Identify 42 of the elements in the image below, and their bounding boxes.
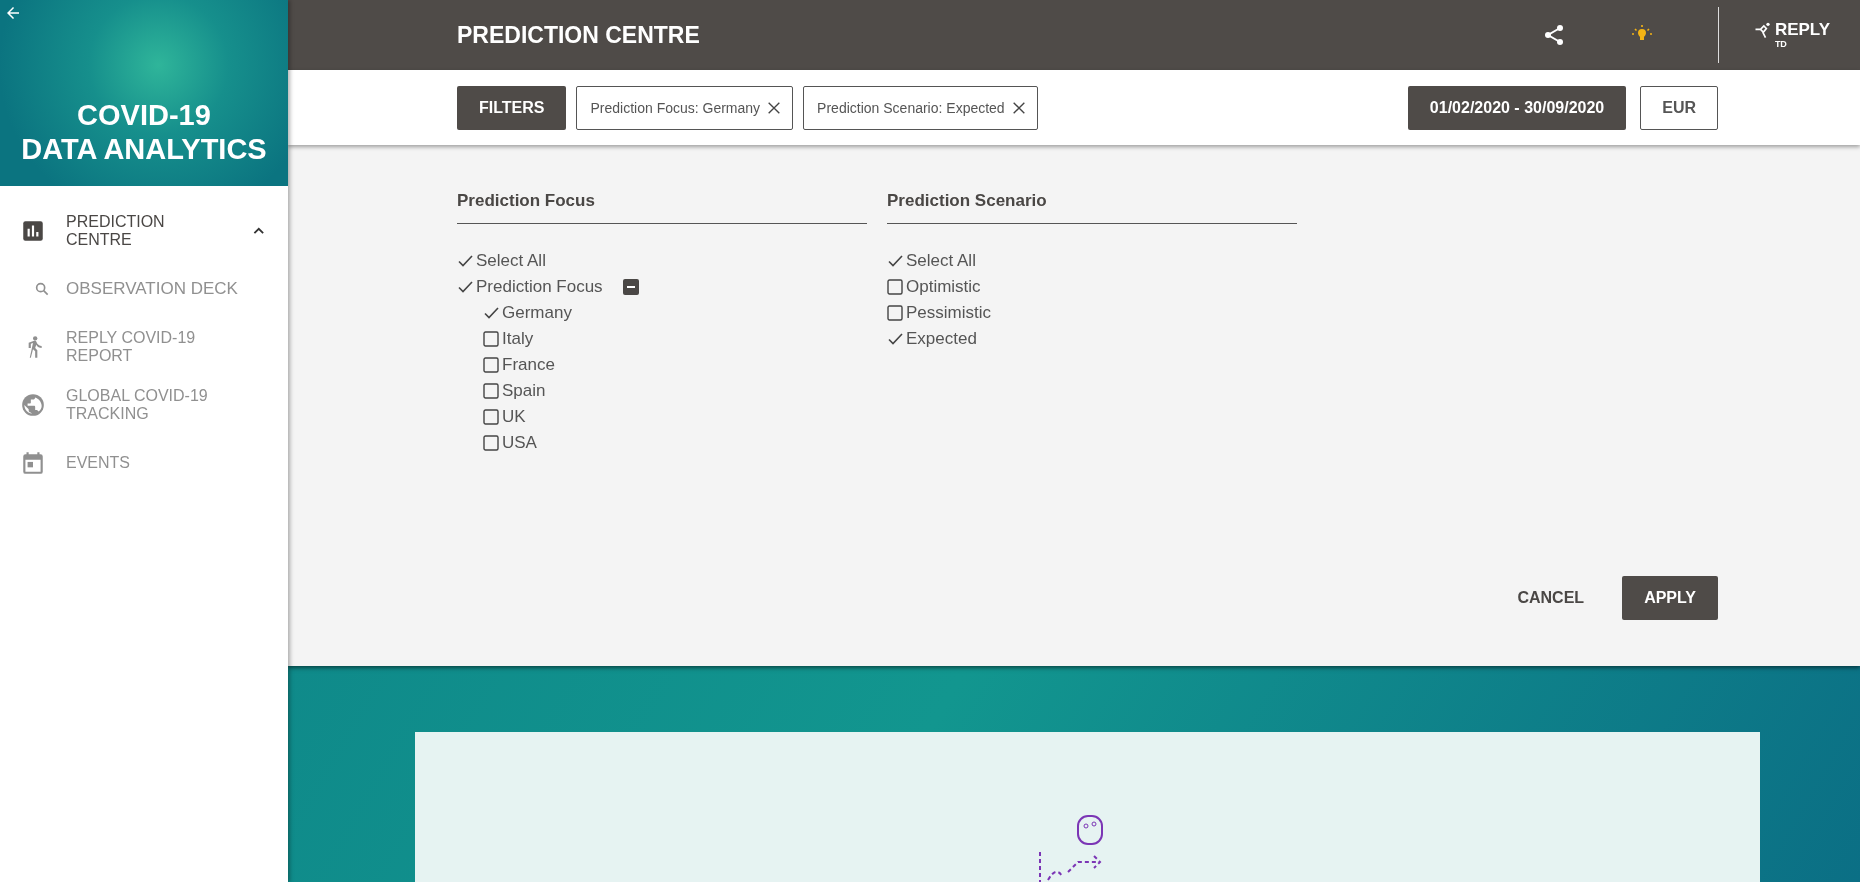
checkbox-option[interactable]: Prediction Focus (457, 274, 867, 300)
checkbox-option[interactable]: Select All (887, 248, 1297, 274)
checkmark-icon[interactable] (483, 305, 499, 321)
checkbox-option[interactable]: Spain (483, 378, 867, 404)
checkbox-option[interactable]: Germany (483, 300, 867, 326)
checkbox-option[interactable]: USA (483, 430, 867, 456)
page-title: PREDICTION CENTRE (457, 21, 701, 49)
checkbox[interactable] (483, 357, 499, 373)
collapse-icon[interactable] (621, 278, 640, 296)
globe-icon (20, 392, 46, 418)
apply-button[interactable]: APPLY (1622, 576, 1718, 620)
checkbox-option[interactable]: Italy (483, 326, 867, 352)
checkmark-icon[interactable] (887, 253, 903, 269)
checkbox[interactable] (483, 435, 499, 451)
checkmark-icon[interactable] (457, 279, 473, 295)
app-title: COVID-19 DATA ANALYTICS (21, 98, 267, 166)
bar-chart-icon (20, 218, 46, 244)
checkbox-option[interactable]: Pessimistic (887, 300, 1297, 326)
date-range-button[interactable]: 01/02/2020 - 30/09/2020 (1407, 85, 1627, 130)
filter-chip[interactable]: Prediction Scenario: Expected (803, 85, 1038, 130)
currency-button[interactable]: EUR (1640, 85, 1718, 130)
search-icon (34, 281, 50, 297)
calendar-icon (20, 450, 46, 476)
checkbox-option[interactable]: Optimistic (887, 274, 1297, 300)
checkbox[interactable] (887, 305, 903, 321)
checkbox-option[interactable]: Expected (887, 326, 1297, 352)
filters-button[interactable]: FILTERS (457, 85, 567, 130)
group-heading: Prediction Focus (457, 191, 867, 224)
checkbox-option[interactable]: France (483, 352, 867, 378)
checkbox-option[interactable]: Select All (457, 248, 867, 274)
nav-item[interactable]: PREDICTION CENTRE (0, 202, 288, 260)
checkmark-icon[interactable] (457, 253, 473, 269)
checkbox-option[interactable]: UK (483, 404, 867, 430)
checkbox[interactable] (483, 383, 499, 399)
checkbox[interactable] (887, 279, 903, 295)
checkbox[interactable] (483, 409, 499, 425)
group-heading: Prediction Scenario (887, 191, 1297, 224)
filter-chip[interactable]: Prediction Focus: Germany (576, 85, 794, 130)
checkbox[interactable] (483, 331, 499, 347)
logo-text: REPLY TD (1774, 21, 1830, 49)
cancel-button[interactable]: CANCEL (1511, 588, 1591, 608)
checkmark-icon[interactable] (887, 331, 903, 347)
